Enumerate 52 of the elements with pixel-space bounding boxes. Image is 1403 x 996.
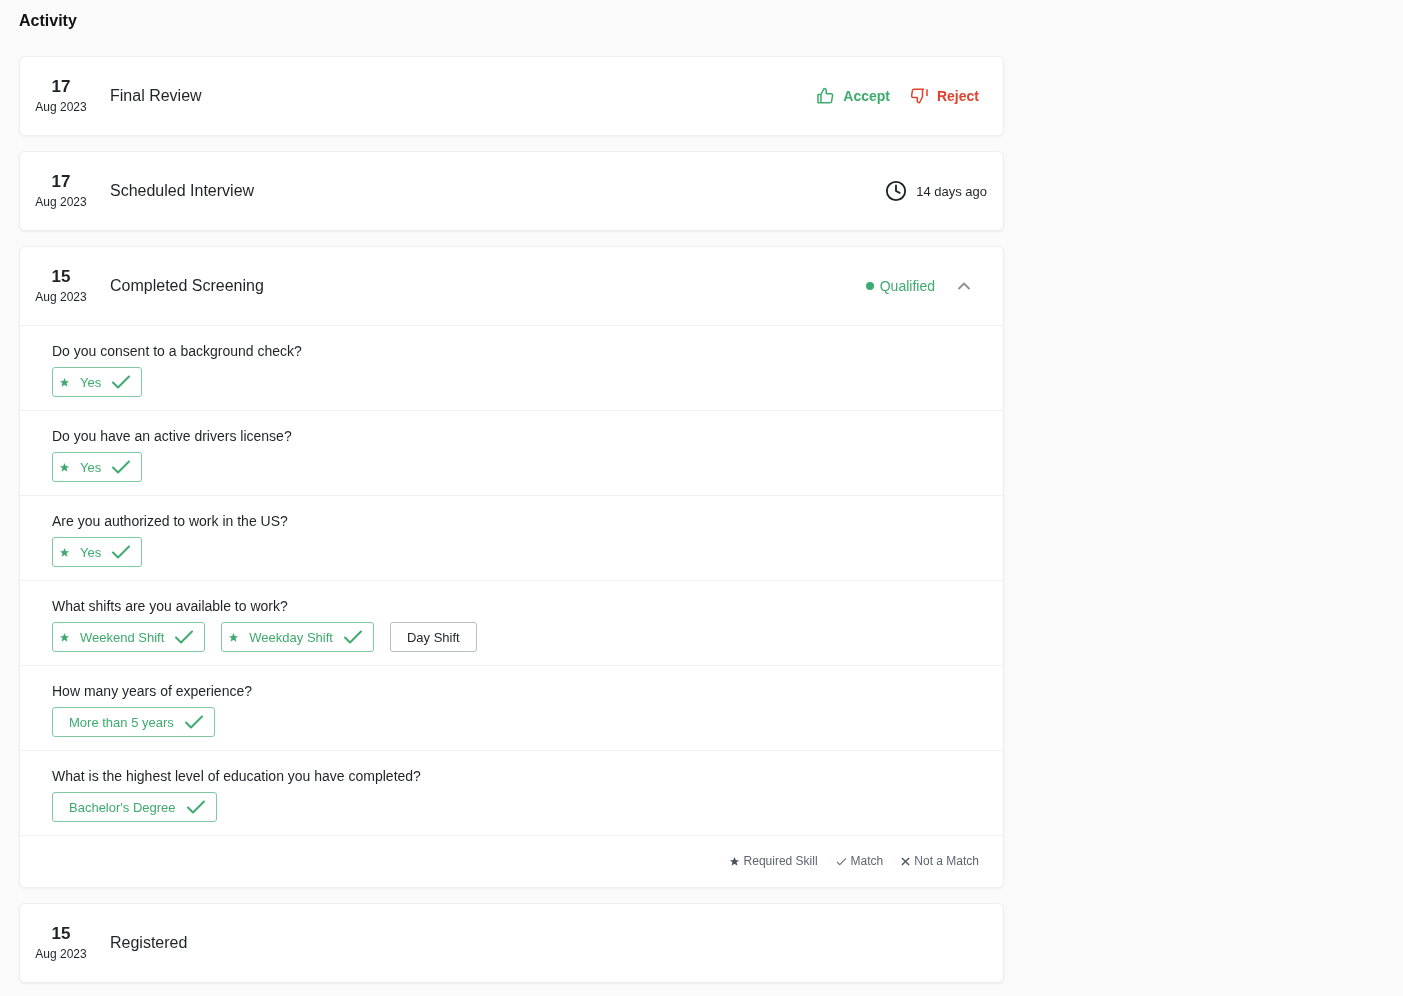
reject-button[interactable]: Reject [909, 87, 979, 105]
answer-chip: Day Shift [389, 622, 477, 652]
star-icon [59, 376, 70, 388]
answer-chip: Weekday Shift [221, 622, 374, 652]
question-text: How many years of experience? [52, 683, 253, 699]
activity-title: Registered [110, 934, 188, 952]
accept-button[interactable]: Accept [816, 87, 890, 105]
check-icon [174, 629, 195, 645]
date-day: 15 [51, 924, 71, 944]
star-icon [59, 546, 70, 558]
answer-chip: Bachelor's Degree [52, 792, 217, 822]
question-text: Are you authorized to work in the US? [52, 513, 289, 529]
thumbs-up-icon [816, 87, 836, 105]
check-icon [835, 856, 847, 866]
date-day: 15 [51, 267, 71, 287]
activity-title: Final Review [110, 87, 202, 105]
date-month: Aug 2023 [35, 946, 87, 962]
question-text: Do you consent to a background check? [52, 343, 303, 359]
date-day: 17 [51, 77, 71, 97]
cross-icon [901, 856, 911, 866]
clock-icon [885, 180, 908, 202]
answer-chip: Yes [52, 537, 143, 567]
star-icon [59, 631, 70, 643]
legend-item: Match [835, 854, 884, 868]
check-icon [185, 799, 206, 815]
check-icon [111, 374, 132, 390]
question-text: What shifts are you available to work? [52, 598, 289, 614]
check-icon [111, 544, 132, 560]
date-month: Aug 2023 [35, 289, 87, 305]
star-icon [59, 461, 70, 473]
answer-chip: Yes [52, 367, 143, 397]
check-icon [183, 714, 204, 730]
answer-chip: More than 5 years [52, 707, 215, 737]
date-month: Aug 2023 [35, 194, 87, 210]
activity-title: Completed Screening [110, 277, 264, 295]
page-title: Activity [19, 12, 78, 30]
question-text: Do you have an active drivers license? [52, 428, 293, 444]
thumbs-down-icon [909, 87, 929, 105]
status-label: Qualified [879, 278, 935, 294]
legend-item: Required Skill [728, 854, 818, 868]
date-month: Aug 2023 [35, 99, 87, 115]
star-icon [728, 855, 740, 867]
answer-chip: Weekend Shift [52, 622, 206, 652]
elapsed-time: 14 days ago [916, 183, 987, 199]
check-icon [342, 629, 363, 645]
answer-chip: Yes [52, 452, 143, 482]
activity-title: Scheduled Interview [110, 182, 255, 200]
check-icon [111, 459, 132, 475]
legend-item: Not a Match [901, 854, 979, 868]
star-icon [228, 631, 240, 643]
date-day: 17 [51, 172, 71, 192]
question-text: What is the highest level of education you have completed? [52, 768, 422, 784]
